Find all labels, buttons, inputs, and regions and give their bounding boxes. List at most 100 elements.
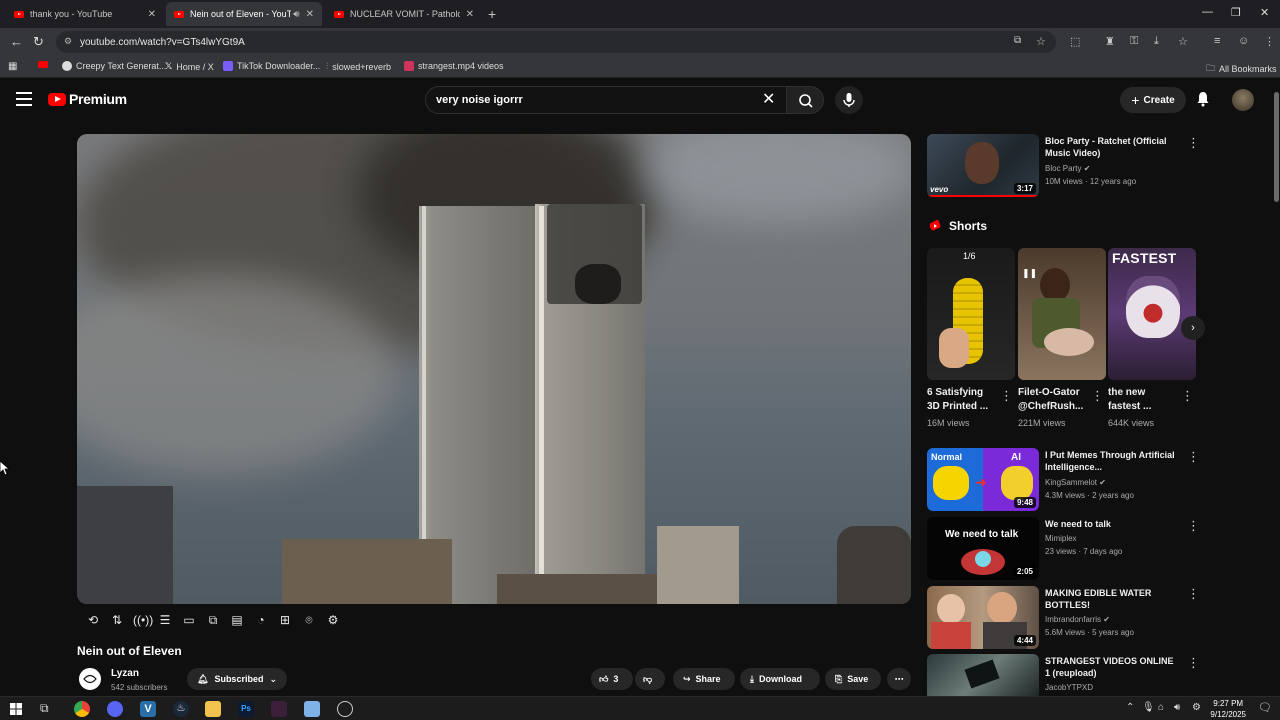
chrome-icon[interactable] bbox=[74, 701, 90, 717]
bookmark-slowed-reverb[interactable]: ⫶ slowed+reverb bbox=[326, 61, 391, 72]
app-icon[interactable] bbox=[337, 701, 353, 717]
loop-icon[interactable]: ⟲ bbox=[85, 613, 101, 627]
short-thumbnail[interactable]: FASTEST bbox=[1108, 248, 1196, 380]
extension-icon[interactable]: ♜ bbox=[1105, 35, 1115, 48]
microphone-icon[interactable]: 🎙︎ bbox=[1142, 702, 1155, 713]
settings-gear-icon[interactable]: ⚙ bbox=[1192, 702, 1201, 713]
minimize-icon[interactable]: — bbox=[1202, 6, 1213, 18]
new-tab-button[interactable]: + bbox=[484, 2, 504, 26]
system-clock[interactable]: 9:27 PM 9/12/2025 bbox=[1210, 698, 1246, 720]
video-thumbnail[interactable]: 4:44 bbox=[927, 586, 1039, 649]
video-title[interactable]: Bloc Party - Ratchet (Official Music Vid… bbox=[1045, 135, 1180, 159]
extension-icon[interactable]: ⬚ bbox=[1070, 35, 1080, 48]
notepad-icon[interactable] bbox=[304, 701, 320, 717]
window-close-icon[interactable]: ✕ bbox=[1260, 6, 1269, 19]
bookmark-youtube[interactable] bbox=[38, 61, 48, 68]
video-thumbnail[interactable]: vevo 3:17 bbox=[927, 134, 1039, 197]
clear-search-icon[interactable]: ✕ bbox=[762, 89, 775, 109]
save-button[interactable]: ⎘ Save bbox=[825, 668, 881, 690]
tab-nein-out-of-eleven[interactable]: Nein out of Eleven - YouTube 🔊︎ ✕ bbox=[166, 2, 322, 26]
reload-icon[interactable]: ↻ bbox=[33, 34, 44, 50]
channel-avatar[interactable] bbox=[77, 666, 103, 692]
short-thumbnail[interactable]: ❚❚ bbox=[1018, 248, 1106, 380]
subscribed-button[interactable]: 🔔︎ Subscribed ⌄ bbox=[187, 668, 287, 690]
speaker-icon[interactable]: 🔊︎ bbox=[293, 9, 299, 20]
more-options-icon[interactable] bbox=[1187, 449, 1200, 465]
video-title[interactable]: STRANGEST VIDEOS ONLINE 1 (reupload) bbox=[1045, 655, 1180, 679]
video-title[interactable]: MAKING EDIBLE WATER BOTTLES! bbox=[1045, 587, 1180, 611]
search-button[interactable] bbox=[786, 86, 824, 114]
short-title[interactable]: the new fastest ... bbox=[1108, 386, 1174, 414]
tray-chevron-up-icon[interactable]: ⌃ bbox=[1126, 702, 1134, 713]
apps-grid-icon[interactable]: ▦ bbox=[8, 61, 17, 72]
voice-search-button[interactable] bbox=[835, 86, 863, 114]
channel-name[interactable]: JacobYTPXD bbox=[1045, 683, 1093, 692]
volume-icon[interactable]: 🔊︎ bbox=[1174, 702, 1180, 713]
bookmark-creepy-text[interactable]: Creepy Text Generat... bbox=[62, 61, 166, 71]
page-scrollbar[interactable] bbox=[1274, 92, 1279, 202]
channel-name[interactable]: KingSammelot ✔ bbox=[1045, 478, 1106, 487]
youtube-premium-logo[interactable]: Premium bbox=[48, 91, 127, 107]
broadcast-icon[interactable]: ((•)) bbox=[133, 613, 153, 627]
media-controls-icon[interactable]: ≡ bbox=[1214, 35, 1220, 47]
more-options-icon[interactable] bbox=[1181, 388, 1194, 404]
tab-thank-you[interactable]: thank you - YouTube ✕ bbox=[6, 2, 164, 26]
video-thumbnail[interactable] bbox=[927, 654, 1039, 696]
screenshot-camera-icon[interactable]: ⌾ bbox=[301, 613, 317, 627]
user-avatar[interactable] bbox=[1232, 89, 1254, 111]
notifications-bell-icon[interactable] bbox=[1196, 91, 1210, 107]
password-key-icon[interactable]: ⚿ bbox=[1130, 35, 1138, 48]
channel-name[interactable]: Bloc Party ✔ bbox=[1045, 164, 1090, 173]
bookmark-strangest[interactable]: strangest.mp4 videos bbox=[404, 61, 504, 71]
chapters-icon[interactable]: ▤ bbox=[229, 613, 245, 627]
bookmark-x[interactable]: 𝕏 Home / X bbox=[165, 61, 214, 72]
bookmark-tiktok[interactable]: TikTok Downloader... bbox=[223, 61, 320, 71]
notifications-icon[interactable]: 🗨︎ bbox=[1258, 701, 1272, 714]
back-arrow-icon[interactable]: ← bbox=[10, 34, 23, 49]
photoshop-icon[interactable]: Ps bbox=[238, 701, 254, 717]
channel-name[interactable]: Lyzan bbox=[111, 668, 139, 679]
add-clip-icon[interactable]: ⊞ bbox=[277, 613, 293, 627]
more-menu-icon[interactable]: ⋮ bbox=[1264, 35, 1275, 48]
task-view-icon[interactable]: ⧉ bbox=[40, 701, 49, 716]
video-thumbnail[interactable]: Normal AI ➜ 9:48 bbox=[927, 448, 1039, 511]
tab-close-icon[interactable]: ✕ bbox=[466, 9, 474, 20]
channel-name[interactable]: Imbrandonfarris ✔ bbox=[1045, 615, 1110, 624]
shorts-next-chevron-icon[interactable]: › bbox=[1181, 316, 1205, 340]
maximize-icon[interactable]: ❐ bbox=[1231, 6, 1241, 19]
file-explorer-icon[interactable] bbox=[205, 701, 221, 717]
bookmark-star-icon[interactable]: ☆ bbox=[1036, 35, 1046, 48]
search-input[interactable]: very noise igorrr bbox=[425, 86, 787, 114]
download-button[interactable]: ⤓ Download bbox=[740, 668, 820, 690]
all-bookmarks[interactable]: 🗀︎ All Bookmarks bbox=[1206, 61, 1277, 77]
more-options-icon[interactable] bbox=[1187, 586, 1200, 602]
more-options-icon[interactable] bbox=[1187, 135, 1200, 151]
steam-icon[interactable]: ♨ bbox=[173, 701, 189, 717]
like-button[interactable]: 👍︎ 3 bbox=[591, 668, 633, 690]
cinema-mode-icon[interactable]: ▭ bbox=[181, 613, 197, 627]
share-button[interactable]: ↪ Share bbox=[673, 668, 735, 690]
dislike-button[interactable]: 👎︎ bbox=[635, 668, 665, 690]
windows-start-icon[interactable] bbox=[10, 703, 22, 715]
more-options-icon[interactable] bbox=[1000, 388, 1013, 404]
more-options-icon[interactable] bbox=[1187, 518, 1200, 534]
hamburger-menu-icon[interactable] bbox=[16, 92, 32, 106]
download-icon[interactable]: ⤓ bbox=[1154, 35, 1159, 48]
sort-arrows-icon[interactable]: ⇅ bbox=[109, 613, 125, 627]
video-thumbnail[interactable]: We need to talk 2:05 bbox=[927, 517, 1039, 580]
network-icon[interactable]: ⌂ bbox=[1158, 702, 1164, 713]
speed-gauge-icon[interactable]: ◔ bbox=[253, 613, 269, 627]
vegas-icon[interactable]: V bbox=[140, 701, 156, 717]
playlist-settings-icon[interactable]: ☰ bbox=[157, 613, 173, 627]
app-icon[interactable] bbox=[271, 701, 287, 717]
short-title[interactable]: 6 Satisfying 3D Printed ... bbox=[927, 386, 993, 414]
install-app-icon[interactable]: ⧉ bbox=[1014, 35, 1021, 46]
short-title[interactable]: Filet-O-Gator @ChefRush... bbox=[1018, 386, 1088, 414]
short-thumbnail[interactable]: 1/6 bbox=[927, 248, 1015, 380]
site-info-icon[interactable]: ⚙ bbox=[64, 36, 72, 47]
video-player[interactable] bbox=[77, 134, 911, 604]
channel-name[interactable]: Mimiplex bbox=[1045, 534, 1077, 543]
favorites-icon[interactable]: ☆ bbox=[1178, 35, 1188, 48]
url-input[interactable]: ⚙ youtube.com/watch?v=GTs4lwYGt9A ⧉ ☆ bbox=[56, 31, 1056, 53]
tab-close-icon[interactable]: ✕ bbox=[148, 9, 156, 20]
